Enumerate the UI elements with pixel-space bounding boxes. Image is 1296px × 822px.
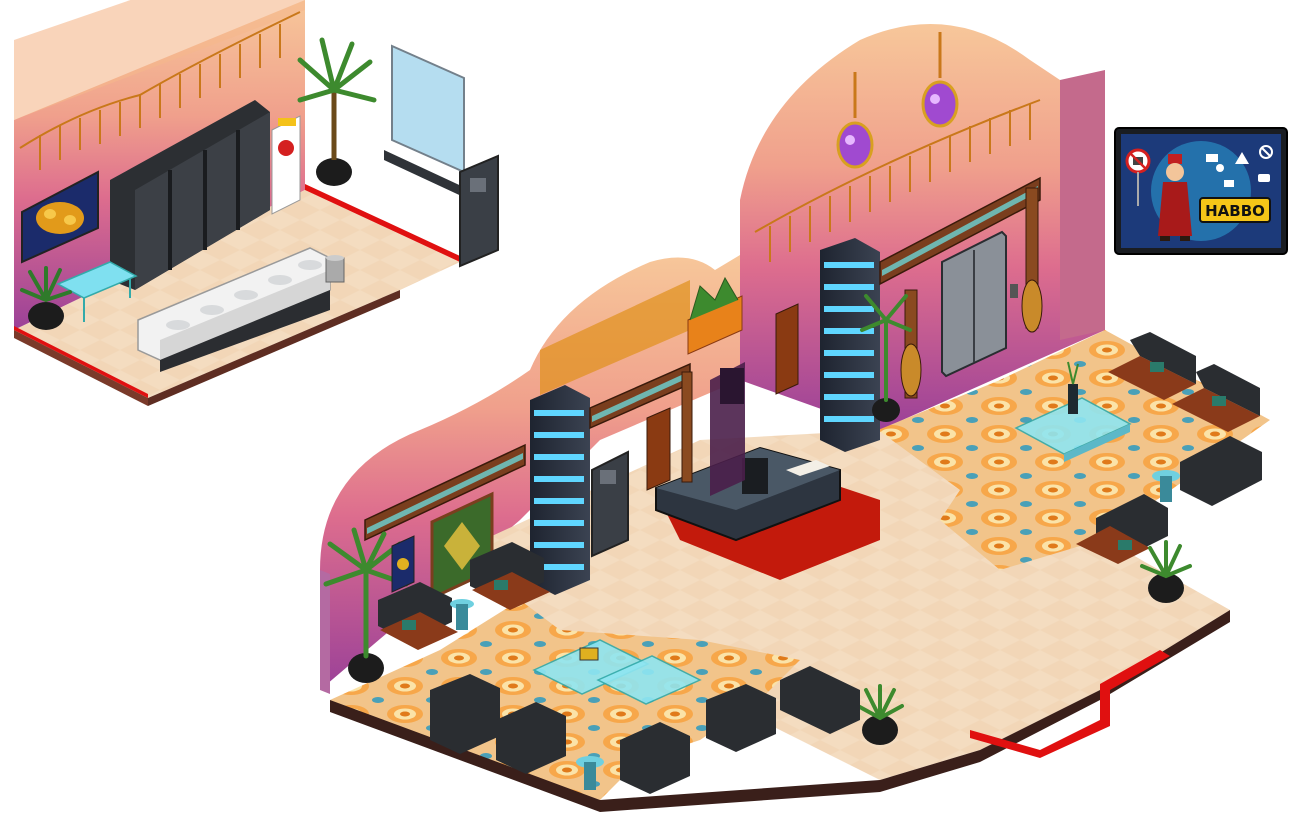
pillar-right	[820, 238, 880, 452]
door-icon[interactable]	[459, 154, 499, 268]
wall-poster	[391, 535, 415, 593]
skull-icon	[1216, 164, 1224, 172]
chat-icon	[1258, 174, 1270, 182]
palm-plant-icon[interactable]	[297, 37, 377, 186]
habbo-logo: HABBO	[1205, 202, 1265, 220]
glass-partition	[384, 44, 470, 200]
lattice-window	[720, 368, 744, 404]
door-icon[interactable]	[591, 450, 629, 558]
habbo-sign[interactable]: HABBO	[1114, 127, 1288, 255]
camera-icon	[1224, 180, 1234, 187]
room-scene: HABBO	[14, 0, 1288, 812]
trash-can-icon[interactable]	[325, 255, 345, 283]
restroom-area	[14, 0, 499, 406]
mail-icon	[1206, 154, 1218, 162]
